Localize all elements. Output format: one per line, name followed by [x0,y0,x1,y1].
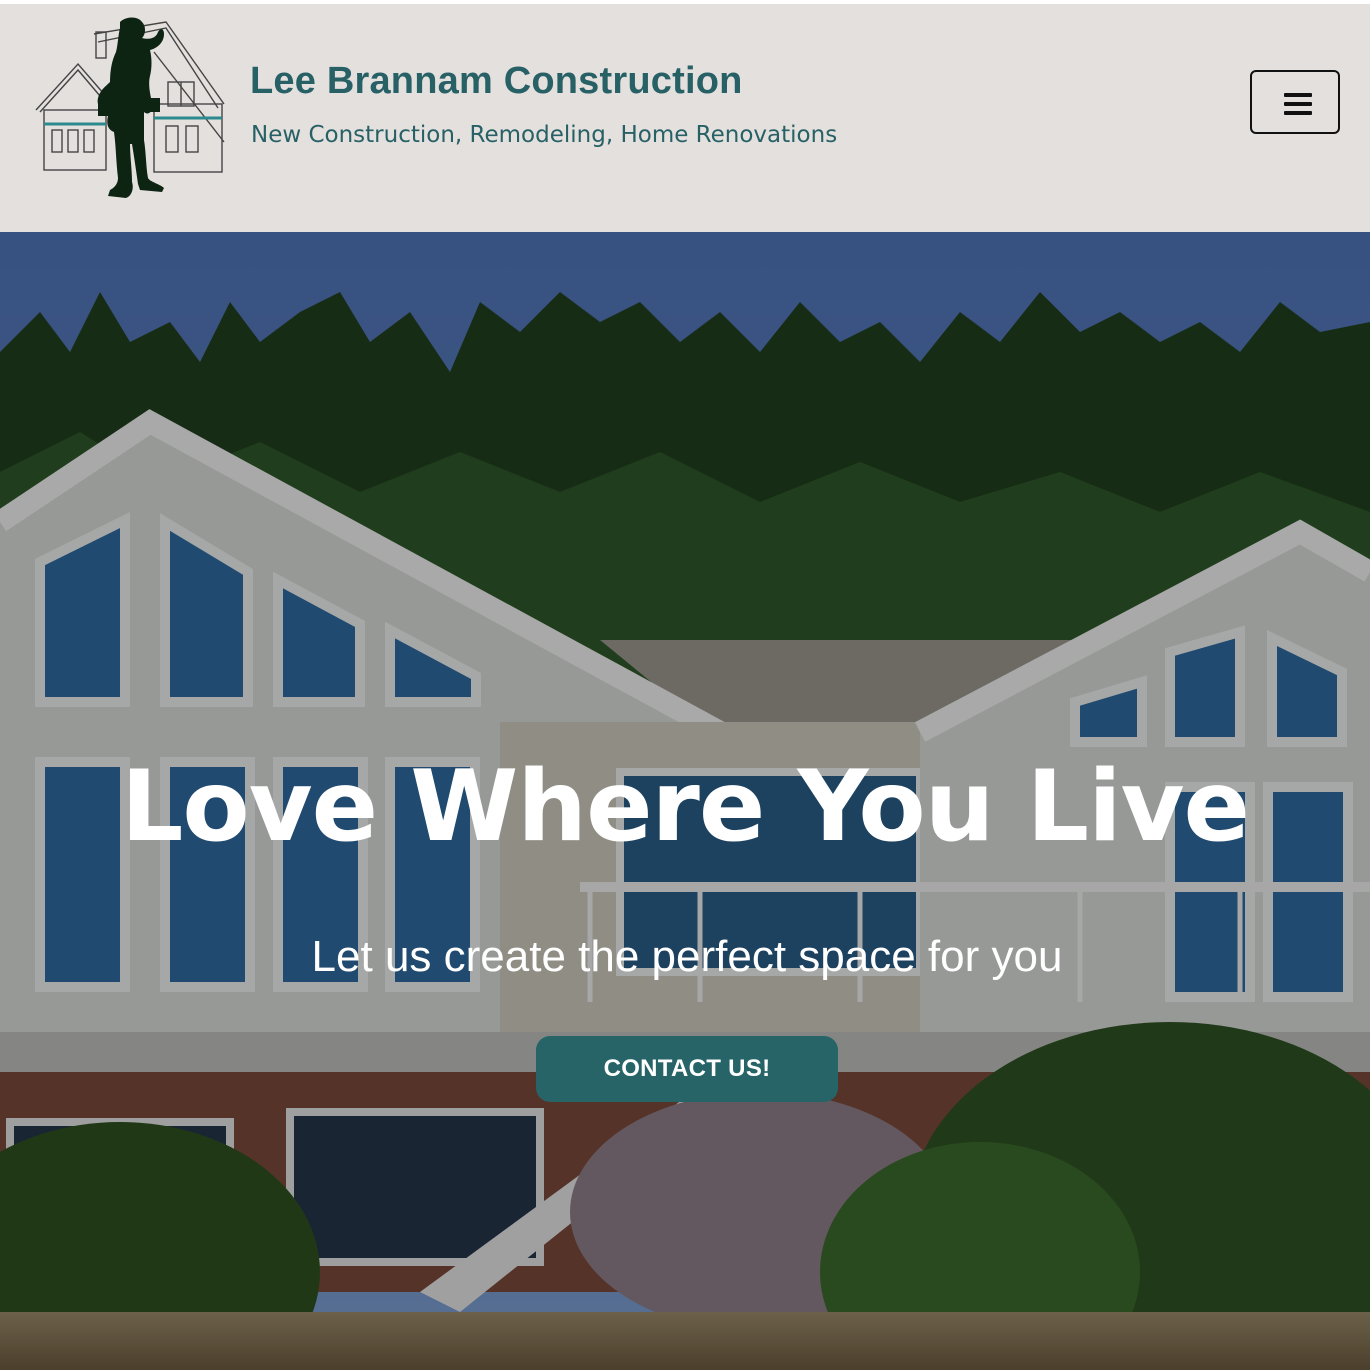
menu-bar-top [1284,93,1312,97]
site-title[interactable]: Lee Brannam Construction [250,60,743,103]
hero-subtitle: Let us create the perfect space for you [311,932,1063,981]
logo-graphic [35,17,225,198]
site-tagline: New Construction, Remodeling, Home Renov… [251,122,838,148]
hero-section: Love Where You Live Let us create the pe… [0,232,1370,1370]
menu-toggle-button[interactable] [1250,70,1340,134]
hero-title: Love Where You Live [120,750,1250,864]
menu-bar-bottom [1284,111,1312,115]
menu-bar-middle [1284,102,1312,106]
contact-us-button[interactable]: CONTACT US! [536,1036,838,1102]
site-header: Lee Brannam Construction New Constructio… [0,4,1370,232]
builder-house-logo[interactable] [34,12,226,202]
